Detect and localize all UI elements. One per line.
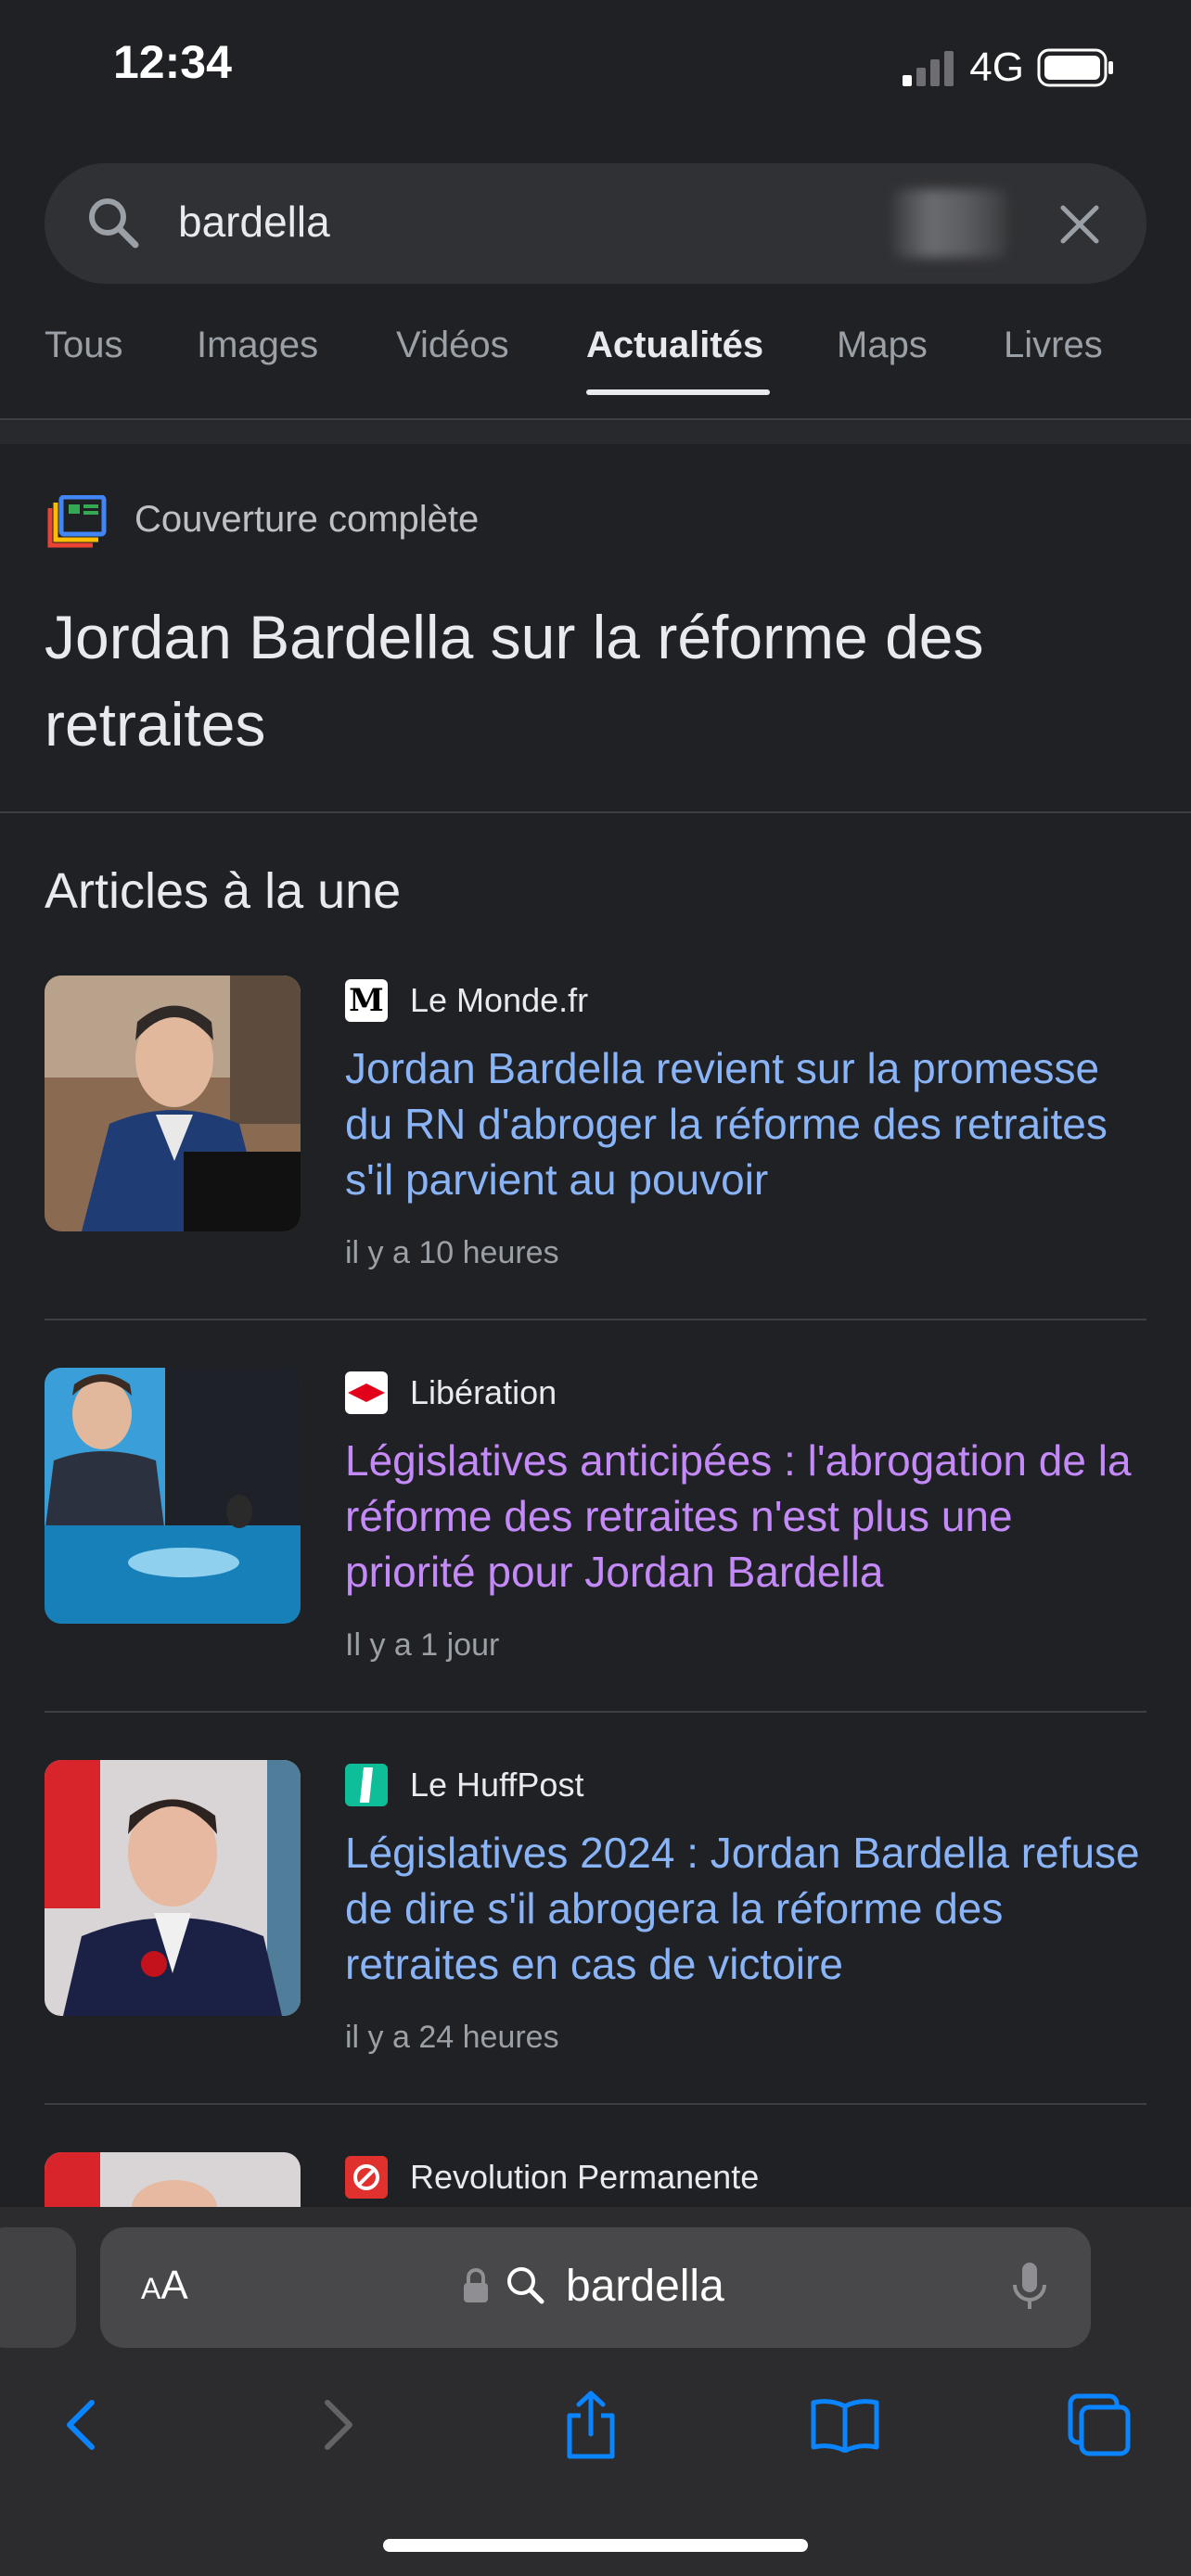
tabs-icon bbox=[1068, 2393, 1131, 2456]
search-tabs: Tous Images Vidéos Actualités Maps Livre… bbox=[45, 325, 1191, 408]
network-type: 4G bbox=[969, 45, 1024, 90]
tab-livres[interactable]: Livres bbox=[1004, 325, 1103, 366]
back-button[interactable] bbox=[39, 2383, 122, 2467]
chevron-left-icon bbox=[67, 2400, 95, 2450]
article-source: Revolution Permanente bbox=[345, 2156, 759, 2199]
revolution-permanente-logo-icon bbox=[345, 2156, 388, 2199]
search-icon bbox=[89, 198, 139, 249]
battery-icon bbox=[1037, 48, 1113, 87]
article-source: M Le Monde.fr bbox=[345, 979, 588, 1022]
previous-tab-preview[interactable] bbox=[0, 2227, 76, 2348]
divider bbox=[45, 2103, 1146, 2105]
article-source: Libération bbox=[345, 1371, 557, 1414]
article-card[interactable]: M Le Monde.fr Jordan Bardella revient su… bbox=[45, 976, 1146, 1320]
status-time: 12:34 bbox=[113, 36, 232, 88]
article-thumbnail bbox=[45, 976, 301, 1231]
article-headline-link[interactable]: Législatives 2024 : Jordan Bardella refu… bbox=[345, 1825, 1152, 1992]
article-thumbnail bbox=[45, 1368, 301, 1624]
tab-tous[interactable]: Tous bbox=[45, 325, 123, 366]
source-name: Le HuffPost bbox=[410, 1766, 584, 1804]
tab-actualites[interactable]: Actualités bbox=[586, 325, 763, 366]
lock-icon bbox=[464, 2268, 488, 2302]
tab-videos[interactable]: Vidéos bbox=[396, 325, 509, 366]
signal-icon bbox=[903, 51, 954, 86]
article-thumbnail bbox=[45, 1760, 301, 2016]
liberation-logo-icon bbox=[345, 1371, 388, 1414]
article-thumbnail bbox=[45, 2152, 301, 2208]
article-source: Le HuffPost bbox=[345, 1764, 583, 1806]
divider bbox=[45, 1319, 1146, 1320]
article-time: il y a 24 heures bbox=[345, 2020, 559, 2055]
article-card[interactable]: Le HuffPost Législatives 2024 : Jordan B… bbox=[45, 1760, 1146, 2105]
tab-maps[interactable]: Maps bbox=[837, 325, 928, 366]
search-icon bbox=[507, 2267, 544, 2304]
clear-icon[interactable] bbox=[1057, 202, 1102, 247]
share-icon bbox=[567, 2391, 615, 2459]
text-size-label: A bbox=[160, 2263, 188, 2308]
source-name: Le Monde.fr bbox=[410, 981, 589, 1019]
share-button[interactable] bbox=[549, 2383, 633, 2467]
section-separator bbox=[0, 420, 1191, 444]
chevron-right-icon bbox=[325, 2400, 352, 2450]
huffpost-logo-icon bbox=[345, 1764, 388, 1806]
full-coverage-label[interactable]: Couverture complète bbox=[134, 499, 479, 541]
full-coverage-icon bbox=[47, 495, 107, 548]
article-time: Il y a 1 jour bbox=[345, 1627, 500, 1663]
divider bbox=[0, 811, 1191, 813]
status-indicators: 4G bbox=[903, 45, 1115, 91]
article-headline-link[interactable]: Législatives anticipées : l'abrogation d… bbox=[345, 1433, 1152, 1600]
le-monde-logo-icon: M bbox=[345, 979, 388, 1022]
book-icon bbox=[811, 2399, 879, 2453]
text-size-button[interactable]: AA bbox=[141, 2263, 188, 2309]
story-title[interactable]: Jordan Bardella sur la réforme des retra… bbox=[45, 593, 1148, 768]
blurred-avatar bbox=[892, 189, 1007, 258]
active-tab-indicator bbox=[586, 389, 770, 395]
article-time: il y a 10 heures bbox=[345, 1235, 559, 1270]
article-card[interactable]: Libération Législatives anticipées : l'a… bbox=[45, 1368, 1146, 1713]
microphone-icon[interactable] bbox=[1011, 2261, 1048, 2313]
source-name: Libération bbox=[410, 1373, 557, 1411]
home-indicator[interactable] bbox=[383, 2539, 808, 2552]
tab-images[interactable]: Images bbox=[197, 325, 318, 366]
forward-button[interactable] bbox=[297, 2383, 380, 2467]
divider bbox=[45, 1711, 1146, 1713]
address-text[interactable]: bardella bbox=[566, 2261, 724, 2312]
tabs-button[interactable] bbox=[1057, 2383, 1141, 2467]
section-heading: Articles à la une bbox=[45, 863, 402, 919]
article-headline-link[interactable]: Jordan Bardella revient sur la promesse … bbox=[345, 1040, 1152, 1207]
source-name: Revolution Permanente bbox=[410, 2158, 760, 2196]
search-input[interactable]: bardella bbox=[178, 197, 330, 247]
article-card[interactable]: Revolution Permanente bbox=[45, 2152, 1146, 2208]
bookmarks-button[interactable] bbox=[803, 2383, 887, 2467]
